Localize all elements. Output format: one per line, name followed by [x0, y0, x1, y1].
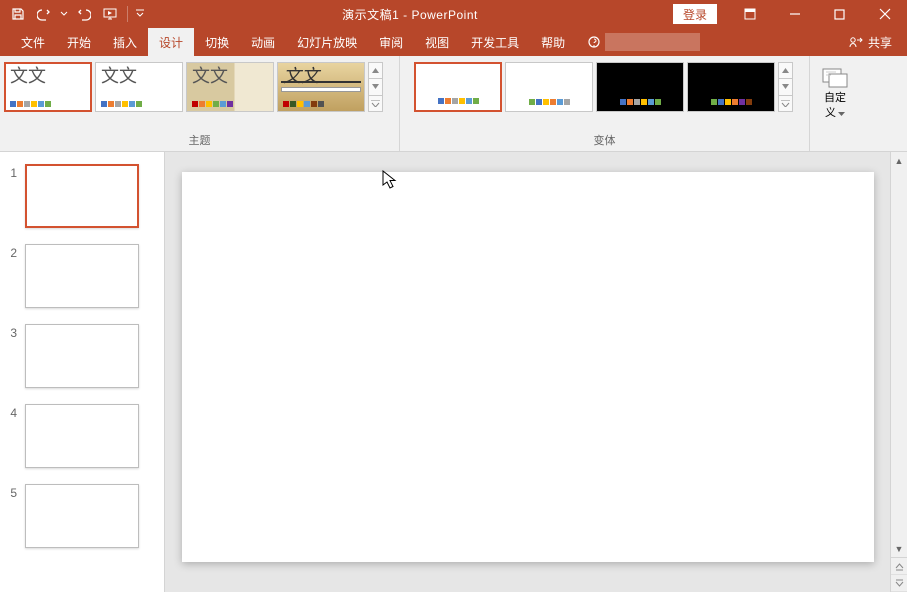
slide-number: 1 [5, 164, 17, 228]
slide-thumbnail-panel[interactable]: 1 2 3 4 5 [0, 152, 165, 592]
share-icon [849, 35, 863, 49]
slide-thumbnail-1[interactable] [25, 164, 139, 228]
themes-gallery-scroll [368, 62, 383, 112]
themes-scroll-up[interactable] [369, 63, 382, 79]
menubar-right: 共享 [849, 34, 892, 51]
theme-thumb-office[interactable]: 文文 [4, 62, 92, 112]
slide-number: 5 [5, 484, 17, 548]
start-slideshow-button[interactable] [98, 3, 122, 25]
variants-gallery-scroll [778, 62, 793, 112]
scroll-up-button[interactable]: ▲ [891, 152, 907, 169]
variants-gallery [404, 60, 805, 130]
slide-editor[interactable] [165, 152, 890, 592]
vertical-scrollbar[interactable]: ▲ ▼ [890, 152, 907, 592]
themes-more-button[interactable] [369, 96, 382, 111]
menubar: 文件 开始 插入 设计 切换 动画 幻灯片放映 审阅 视图 开发工具 帮助 共享 [0, 28, 907, 56]
slide-canvas[interactable] [182, 172, 874, 562]
undo-button[interactable] [32, 3, 56, 25]
tellme-input[interactable] [605, 33, 700, 51]
variant-thumb-0[interactable] [414, 62, 502, 112]
variants-scroll-down[interactable] [779, 79, 792, 95]
ribbon-group-customize: 自定 义 [810, 56, 865, 151]
scroll-track[interactable] [891, 169, 907, 540]
variants-label: 变体 [404, 130, 805, 151]
ribbon-group-variants: 变体 [400, 56, 810, 151]
tab-help[interactable]: 帮助 [530, 28, 576, 56]
customize-label-2: 义 [825, 107, 836, 120]
qat-customize-button[interactable] [133, 3, 147, 25]
tab-file[interactable]: 文件 [10, 28, 56, 56]
slide-number: 4 [5, 404, 17, 468]
ribbon-display-button[interactable] [727, 0, 772, 28]
slide-number: 3 [5, 324, 17, 388]
theme-thumb-wood[interactable]: 文文 [277, 62, 365, 112]
ribbon: 文文文文文文文文 主题 变体 自定 义 [0, 56, 907, 152]
tab-review[interactable]: 审阅 [368, 28, 414, 56]
slide-size-icon [821, 66, 849, 90]
redo-button[interactable] [72, 3, 96, 25]
slide-thumbnail-5[interactable] [25, 484, 139, 548]
themes-scroll-down[interactable] [369, 79, 382, 95]
login-button[interactable]: 登录 [673, 4, 717, 24]
tab-home[interactable]: 开始 [56, 28, 102, 56]
undo-more-button[interactable] [58, 3, 70, 25]
slide-number: 2 [5, 244, 17, 308]
slide-nav-buttons [891, 557, 907, 592]
variant-thumb-3[interactable] [687, 62, 775, 112]
slide-thumbnail-3[interactable] [25, 324, 139, 388]
next-slide-button[interactable] [891, 575, 907, 592]
customize-button[interactable]: 自定 义 [814, 62, 856, 124]
titlebar-right: 登录 [673, 0, 907, 28]
ribbon-group-themes: 文文文文文文文文 主题 [0, 56, 400, 151]
tab-slideshow[interactable]: 幻灯片放映 [286, 28, 368, 56]
chevron-down-icon [838, 112, 845, 116]
minimize-button[interactable] [772, 0, 817, 28]
tab-insert[interactable]: 插入 [102, 28, 148, 56]
variant-thumb-2[interactable] [596, 62, 684, 112]
slide-row: 4 [5, 404, 159, 468]
slide-row: 2 [5, 244, 159, 308]
share-button[interactable]: 共享 [868, 34, 892, 51]
titlebar: 演示文稿1 - PowerPoint 登录 [0, 0, 907, 28]
window-title: 演示文稿1 - PowerPoint [147, 6, 673, 23]
slide-row: 3 [5, 324, 159, 388]
themes-gallery: 文文文文文文文文 [4, 60, 395, 130]
tab-animations[interactable]: 动画 [240, 28, 286, 56]
main-area: 1 2 3 4 5 ▲ ▼ [0, 152, 907, 592]
variants-more-button[interactable] [779, 96, 792, 111]
tab-view[interactable]: 视图 [414, 28, 460, 56]
slide-row: 5 [5, 484, 159, 548]
tab-transitions[interactable]: 切换 [194, 28, 240, 56]
slide-thumbnail-2[interactable] [25, 244, 139, 308]
variant-thumb-1[interactable] [505, 62, 593, 112]
theme-thumb-gallery[interactable]: 文文 [186, 62, 274, 112]
theme-thumb-office2[interactable]: 文文 [95, 62, 183, 112]
qat-separator [127, 6, 128, 22]
quick-access-toolbar [0, 3, 147, 25]
tab-design[interactable]: 设计 [148, 28, 194, 56]
variants-scroll-up[interactable] [779, 63, 792, 79]
prev-slide-button[interactable] [891, 558, 907, 575]
close-button[interactable] [862, 0, 907, 28]
maximize-button[interactable] [817, 0, 862, 28]
slide-thumbnail-4[interactable] [25, 404, 139, 468]
slide-row: 1 [5, 164, 159, 228]
tellme-icon [586, 34, 602, 50]
themes-label: 主题 [4, 130, 395, 151]
customize-label-1: 自定 [824, 92, 846, 105]
save-button[interactable] [6, 3, 30, 25]
tab-developer[interactable]: 开发工具 [460, 28, 530, 56]
scroll-down-button[interactable]: ▼ [891, 540, 907, 557]
